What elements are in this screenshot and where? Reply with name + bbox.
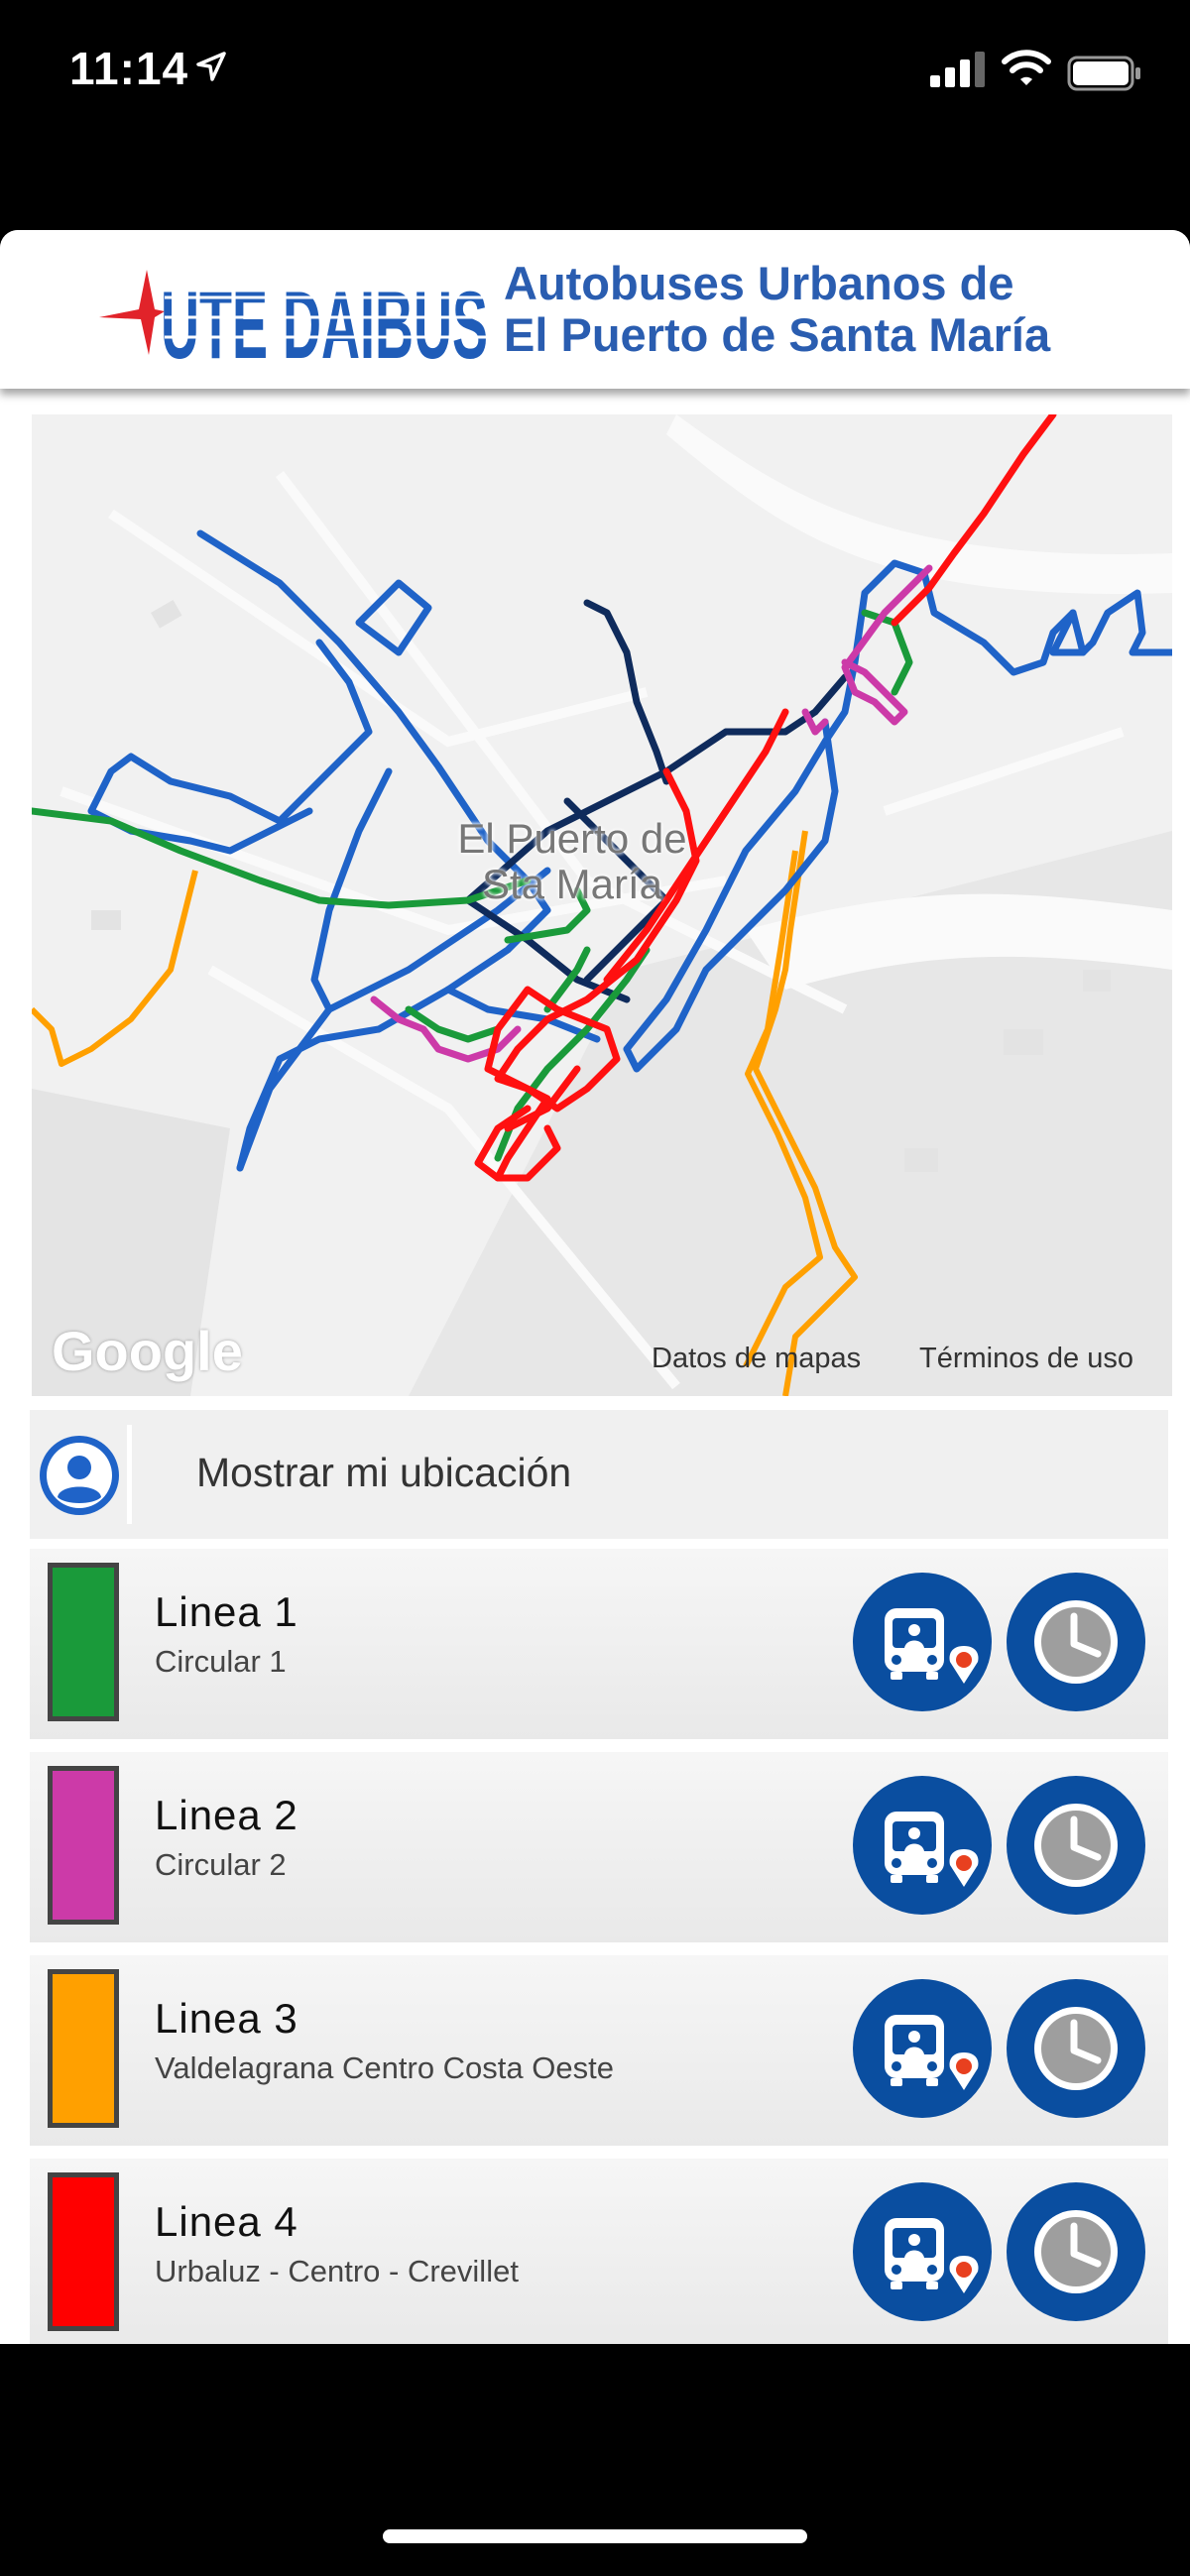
show-my-location-button[interactable]: Mostrar mi ubicación [30, 1410, 1168, 1539]
map-data-link[interactable]: Datos de mapas [652, 1343, 861, 1375]
app-header: UTE DAIBUS Autobuses Urbanos de El Puert… [0, 230, 1190, 389]
bus-location-icon [885, 1608, 979, 1684]
show-my-location-label: Mostrar mi ubicación [196, 1450, 572, 1495]
line-title: Linea 4 [155, 2198, 298, 2245]
user-avatar-icon [40, 1436, 119, 1515]
line-color-swatch [48, 1563, 119, 1721]
line-row-1[interactable]: Linea 1 Circular 1 [30, 1549, 1168, 1739]
wifi-icon [1002, 50, 1051, 85]
svg-text:UTE DAIBUS: UTE DAIBUS [161, 272, 488, 367]
brand-title: Autobuses Urbanos de El Puerto de Santa … [504, 258, 1050, 361]
brand-title-line2: El Puerto de Santa María [504, 308, 1051, 361]
schedule-button[interactable] [1007, 1776, 1145, 1915]
line-subtitle: Circular 1 [155, 1644, 287, 1679]
line-subtitle: Urbaluz - Centro - Crevillet [155, 2254, 519, 2288]
battery-icon [1067, 56, 1140, 91]
schedule-button[interactable] [1007, 1979, 1145, 2118]
ute-daibus-logo: UTE DAIBUS [99, 270, 490, 367]
line-row-2[interactable]: Linea 2 Circular 2 [30, 1752, 1168, 1942]
line-title: Linea 2 [155, 1792, 298, 1838]
bus-location-button[interactable] [853, 1979, 992, 2118]
line-subtitle: Circular 2 [155, 1847, 287, 1882]
bus-location-button[interactable] [853, 1776, 992, 1915]
schedule-button[interactable] [1007, 2182, 1145, 2321]
brand-title-line1: Autobuses Urbanos de [504, 257, 1014, 309]
line-title: Linea 3 [155, 1995, 298, 2042]
bus-location-button[interactable] [853, 2182, 992, 2321]
schedule-button[interactable] [1007, 1573, 1145, 1711]
terms-of-use-link[interactable]: Términos de uso [919, 1343, 1133, 1375]
line-title: Linea 1 [155, 1588, 298, 1635]
location-divider [127, 1425, 132, 1524]
location-arrow-icon [196, 52, 226, 81]
google-logo: Google [52, 1320, 243, 1382]
cellular-signal-icon [930, 52, 985, 87]
app-screen: UTE DAIBUS Autobuses Urbanos de El Puert… [0, 230, 1190, 2344]
clock-icon [1034, 1600, 1118, 1684]
clock-icon [1034, 2210, 1118, 2293]
bus-location-icon [885, 2015, 979, 2090]
bus-location-icon [885, 2218, 979, 2293]
route-map[interactable]: El Puerto de Sta María Google Datos de m… [32, 414, 1172, 1396]
clock-icon [1034, 2007, 1118, 2090]
line-color-swatch [48, 1969, 119, 2128]
bus-location-icon [885, 1812, 979, 1887]
line-subtitle: Valdelagrana Centro Costa Oeste [155, 2050, 614, 2085]
clock-icon [1034, 1804, 1118, 1887]
home-indicator[interactable] [383, 2529, 807, 2543]
line-color-swatch [48, 1766, 119, 1925]
status-bar: 11:14 [0, 0, 1190, 149]
status-time: 11:14 [69, 43, 189, 94]
line-color-swatch [48, 2172, 119, 2331]
line-row-4[interactable]: Linea 4 Urbaluz - Centro - Crevillet [30, 2159, 1168, 2344]
line-row-3[interactable]: Linea 3 Valdelagrana Centro Costa Oeste [30, 1955, 1168, 2146]
bus-location-button[interactable] [853, 1573, 992, 1711]
map-canvas[interactable] [32, 414, 1172, 1396]
